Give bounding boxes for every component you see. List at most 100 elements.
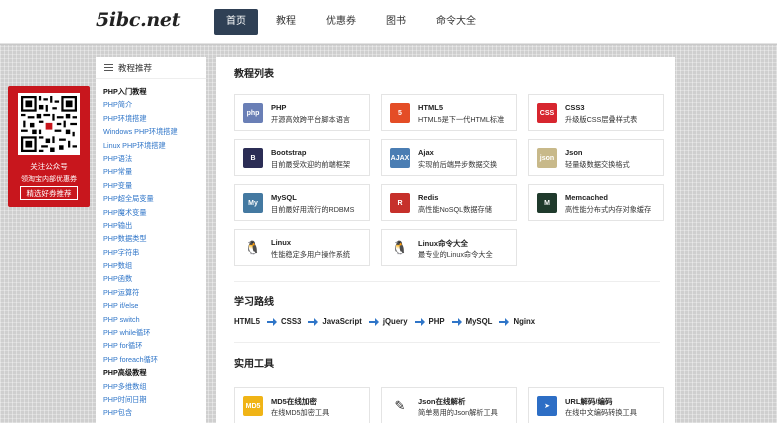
qr-caption-follow: 关注公众号	[30, 162, 68, 171]
sidebar-item[interactable]: PHP常量	[96, 165, 206, 178]
qr-caption-coupon: 领淘宝内部优惠券	[21, 176, 77, 183]
bootstrap-icon: B	[243, 148, 263, 168]
path-step[interactable]: JavaScript	[322, 317, 361, 326]
sidebar-item[interactable]: PHP语法	[96, 152, 206, 165]
sidebar-item[interactable]: PHP输出	[96, 219, 206, 232]
redis-icon: R	[390, 193, 410, 213]
path-step[interactable]: MySQL	[466, 317, 493, 326]
arrow-right-icon	[451, 317, 462, 326]
path-step[interactable]: PHP	[429, 317, 445, 326]
card-description: 目前最好用流行的RDBMS	[271, 205, 355, 214]
arrow-right-icon	[267, 317, 277, 326]
card-title: MySQL	[271, 193, 297, 202]
card-description: HTML5是下一代HTML标准	[418, 115, 505, 124]
main-content: 教程列表 php PHP 开源高效跨平台脚本语言 5 HTML5 HTML5是下一代HTM…	[216, 57, 675, 423]
card-json[interactable]: json Json 轻量级数据交换格式	[528, 139, 664, 176]
sidebar-item[interactable]: PHP for循环	[96, 339, 206, 352]
sidebar-item[interactable]: PHP while循环	[96, 326, 206, 339]
linux-icon: 🐧	[243, 238, 263, 258]
php-icon: php	[243, 103, 263, 123]
sidebar-item[interactable]: PHP环境搭建	[96, 112, 206, 125]
card-memcached[interactable]: M Memcached 高性能分布式内存对象缓存	[528, 184, 664, 221]
card-html5[interactable]: 5 HTML5 HTML5是下一代HTML标准	[381, 94, 517, 131]
card-json-parse[interactable]: ✎ Json在线解析简单易用的Json解析工具	[381, 387, 517, 423]
main-nav: 首页 教程 优惠券 图书 命令大全	[214, 9, 494, 35]
memcached-icon: M	[537, 193, 557, 213]
card-description: 最专业的Linux命令大全	[418, 250, 493, 259]
card-description: 目前最受欢迎的前端框架	[271, 160, 351, 169]
arrow-right-icon	[499, 317, 510, 326]
learning-path: HTML5 CSS3 JavaScript jQuery PHP MySQL Nginx	[234, 317, 535, 326]
card-linux[interactable]: 🐧 Linux 性能稳定多用户操作系统	[234, 229, 370, 266]
sidebar-item[interactable]: PHP魔术变量	[96, 206, 206, 219]
nav-commands[interactable]: 命令大全	[424, 9, 488, 35]
card-title: Json在线解析	[418, 397, 466, 406]
card-title: Linux命令大全	[418, 239, 468, 248]
nav-books[interactable]: 图书	[374, 9, 418, 35]
nav-tutorials[interactable]: 教程	[264, 9, 308, 35]
path-step[interactable]: Nginx	[513, 317, 535, 326]
sidebar-item[interactable]: Linux PHP环境搭建	[96, 139, 206, 152]
sidebar-item[interactable]: PHP函数	[96, 272, 206, 285]
card-description: 开源高效跨平台脚本语言	[271, 115, 351, 124]
top-header: 5ibc.net 首页 教程 优惠券 图书 命令大全	[0, 0, 777, 44]
card-description: 简单易用的Json解析工具	[418, 408, 498, 417]
card-description: 高性能NoSQL数据存储	[418, 205, 492, 214]
linux-command-icon: 🐧	[390, 238, 410, 258]
sidebar-item[interactable]: PHP变量	[96, 179, 206, 192]
md5-icon: MD5	[243, 396, 263, 416]
sidebar-item[interactable]: PHP字符串	[96, 246, 206, 259]
card-description: 实现前后端异步数据交换	[418, 160, 498, 169]
card-title: URL解码/编码	[565, 397, 613, 406]
sidebar-list: PHP入门教程 PHP简介 PHP环境搭建 Windows PHP环境搭建 Linux …	[96, 79, 206, 420]
ajax-icon: AJAX	[390, 148, 410, 168]
sidebar-item[interactable]: PHP简介	[96, 98, 206, 111]
site-logo[interactable]: 5ibc.net	[96, 9, 180, 31]
card-ajax[interactable]: AJAX Ajax 实现前后端异步数据交换	[381, 139, 517, 176]
arrow-right-icon	[368, 317, 379, 326]
card-title: Json	[565, 148, 583, 157]
html5-icon: 5	[390, 103, 410, 123]
card-title: MD5在线加密	[271, 397, 317, 406]
sidebar-item[interactable]: PHP超全局变量	[96, 192, 206, 205]
card-title: Linux	[271, 238, 291, 247]
card-redis[interactable]: R Redis 高性能NoSQL数据存储	[381, 184, 517, 221]
sidebar-item[interactable]: PHP包含	[96, 406, 206, 419]
card-css3[interactable]: CSS CSS3 升级版CSS层叠样式表	[528, 94, 664, 131]
qr-code-image	[18, 93, 80, 155]
mysql-icon: My	[243, 193, 263, 213]
card-bootstrap[interactable]: B Bootstrap 目前最受欢迎的前端框架	[234, 139, 370, 176]
nav-coupons[interactable]: 优惠券	[314, 9, 368, 35]
nav-home[interactable]: 首页	[214, 9, 258, 35]
sidebar-item[interactable]: PHP数据类型	[96, 232, 206, 245]
card-description: 高性能分布式内存对象缓存	[565, 205, 652, 214]
sidebar-item[interactable]: Windows PHP环境搭建	[96, 125, 206, 138]
card-mysql[interactable]: My MySQL 目前最好用流行的RDBMS	[234, 184, 370, 221]
list-icon	[104, 63, 113, 72]
sidebar-item[interactable]: PHP switch	[96, 313, 206, 326]
card-description: 升级版CSS层叠样式表	[565, 115, 638, 124]
sidebar-header: 教程推荐	[96, 57, 206, 79]
tutorial-sidebar: 教程推荐 PHP入门教程 PHP简介 PHP环境搭建 Windows PHP环境搭建 L…	[96, 57, 206, 423]
card-title: Redis	[418, 193, 439, 202]
sidebar-section-heading: PHP入门教程	[103, 87, 147, 96]
card-linux-command[interactable]: 🐧 Linux命令大全最专业的Linux命令大全	[381, 229, 517, 266]
sidebar-item[interactable]: PHP时间日期	[96, 393, 206, 406]
css3-icon: CSS	[537, 103, 557, 123]
path-step[interactable]: CSS3	[281, 317, 301, 326]
sidebar-item[interactable]: PHP foreach循环	[96, 353, 206, 366]
sidebar-item[interactable]: PHP多维数组	[96, 380, 206, 393]
card-url-codec[interactable]: ➤ URL解码/编码 在线中文编码转换工具	[528, 387, 664, 423]
json-parse-icon: ✎	[390, 396, 410, 416]
sidebar-item[interactable]: PHP运算符	[96, 286, 206, 299]
sidebar-item[interactable]: PHP数组	[96, 259, 206, 272]
path-step[interactable]: HTML5	[234, 317, 260, 326]
qr-promo-panel: 关注公众号 领淘宝内部优惠券 精选好券推荐	[8, 86, 90, 207]
card-php[interactable]: php PHP 开源高效跨平台脚本语言	[234, 94, 370, 131]
path-step[interactable]: jQuery	[383, 317, 408, 326]
card-description: 在线中文编码转换工具	[565, 408, 637, 417]
qr-code-icon	[21, 96, 77, 152]
sidebar-item[interactable]: PHP if/else	[96, 299, 206, 312]
coupon-recommend-button[interactable]: 精选好券推荐	[20, 186, 78, 200]
card-md5[interactable]: MD5 MD5在线加密 在线MD5加密工具	[234, 387, 370, 423]
